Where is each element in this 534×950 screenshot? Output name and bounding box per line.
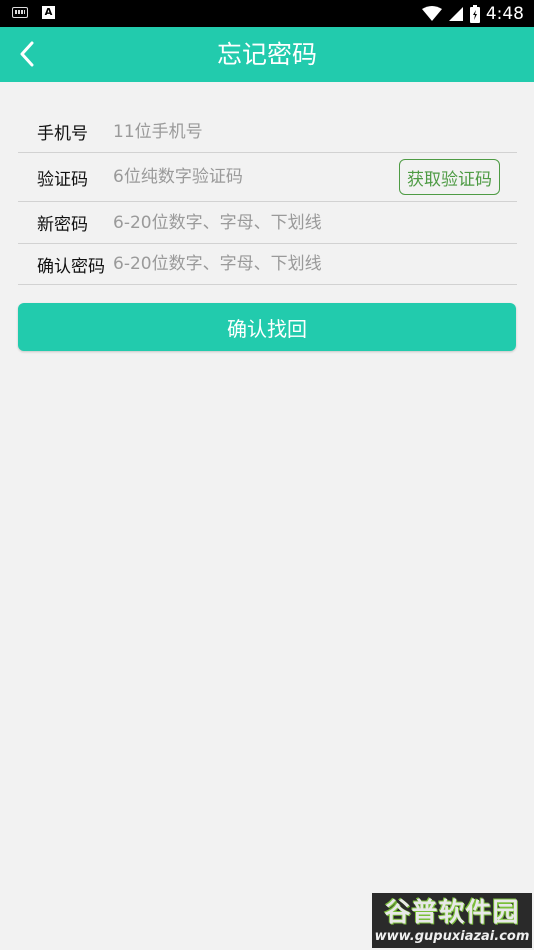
page-title: 忘记密码 <box>216 40 317 69</box>
phone-input[interactable] <box>113 121 517 142</box>
get-code-button[interactable]: 获取验证码 <box>399 159 500 195</box>
keyboard-icon <box>12 7 28 18</box>
status-bar: A 4:48 <box>0 0 534 27</box>
status-left: A <box>12 6 55 19</box>
confirm-reset-button[interactable]: 确认找回 <box>18 303 516 351</box>
notification-a-icon: A <box>42 6 55 19</box>
phone-row: 手机号 <box>18 111 517 153</box>
signal-icon <box>448 7 463 21</box>
watermark-logo: 谷普软件园 www.gupuxiazai.com <box>372 893 532 948</box>
battery-icon <box>469 5 480 23</box>
code-row: 验证码 获取验证码 <box>18 153 517 202</box>
confirm-password-input[interactable] <box>113 254 517 274</box>
watermark-url: www.gupuxiazai.com <box>374 929 530 944</box>
status-right: 4:48 <box>421 4 524 24</box>
new-password-input[interactable] <box>113 212 517 233</box>
reset-password-form: 手机号 验证码 获取验证码 新密码 确认密码 <box>18 111 517 285</box>
confirm-password-row: 确认密码 <box>18 244 517 285</box>
app-bar: 忘记密码 <box>0 27 534 82</box>
new-password-row: 新密码 <box>18 202 517 244</box>
status-time: 4:48 <box>485 4 524 24</box>
watermark-brand: 谷普软件园 <box>384 898 520 928</box>
wifi-icon <box>421 6 442 21</box>
